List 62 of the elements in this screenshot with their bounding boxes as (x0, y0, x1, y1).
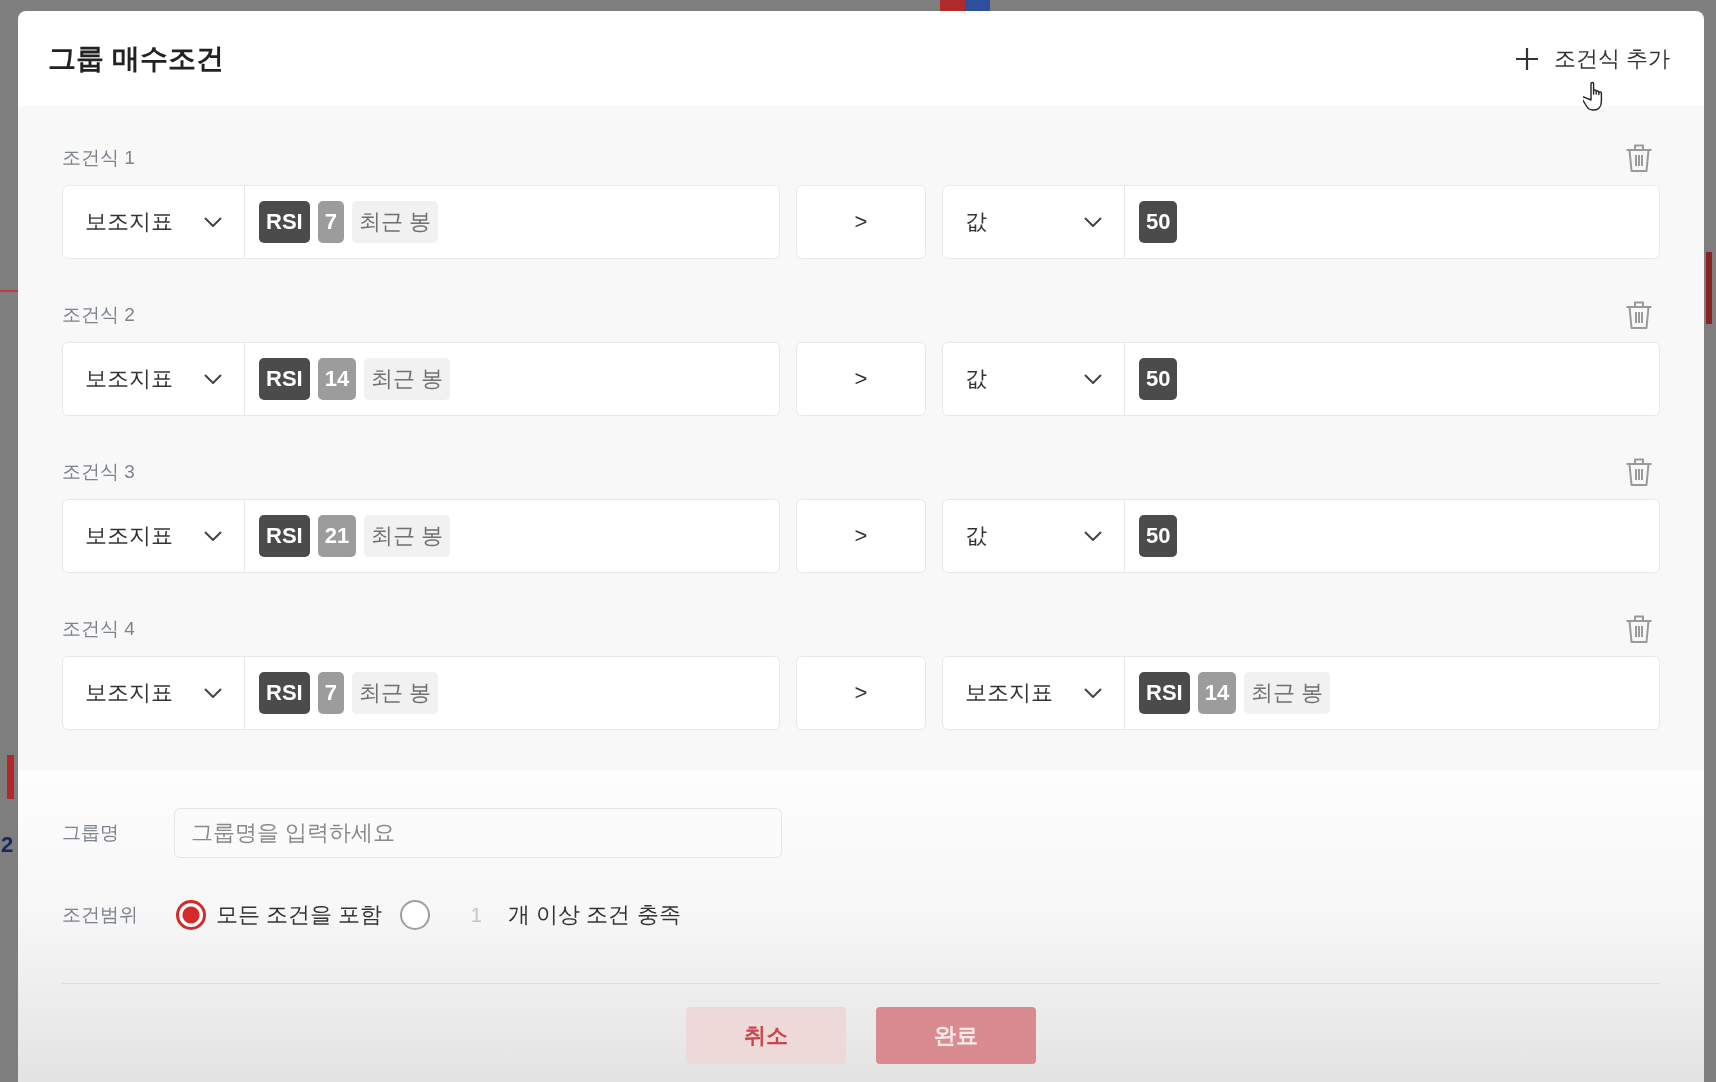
condition-label: 조건식 4 (62, 617, 135, 641)
chevron-down-icon (204, 374, 222, 384)
radio-button[interactable] (176, 900, 206, 930)
type-select[interactable]: 보조지표 (63, 500, 245, 572)
type-select[interactable]: 값 (943, 186, 1125, 258)
period-tag: 최근 봉 (364, 358, 451, 400)
value-tag: 50 (1139, 358, 1178, 400)
indicator-tag: RSI (259, 358, 310, 400)
period-tag: 최근 봉 (351, 201, 439, 243)
cancel-button[interactable]: 취소 (686, 1007, 846, 1064)
value-tag: 50 (1139, 515, 1178, 557)
type-select[interactable]: 보조지표 (63, 343, 245, 415)
candle-mark (7, 755, 14, 799)
parameter-tag: 21 (317, 515, 357, 557)
candle-mark (1706, 252, 1712, 324)
radio-button[interactable] (400, 900, 431, 930)
operator-select[interactable]: > (796, 656, 926, 730)
type-select[interactable]: 보조지표 (63, 657, 245, 729)
candle-mark (940, 0, 990, 11)
type-select[interactable]: 값 (943, 343, 1125, 415)
period-tag: 최근 봉 (351, 672, 439, 714)
parameter-tag: 14 (1197, 672, 1237, 714)
value-tag: 50 (1139, 201, 1178, 243)
indicator-tag: RSI (1139, 672, 1190, 714)
trash-icon[interactable] (1625, 457, 1653, 487)
plus-icon (1515, 47, 1538, 70)
field-label: 그룹명 (62, 821, 120, 845)
group-name-field[interactable]: 그룹명을 입력하세요 (174, 808, 782, 858)
chevron-down-icon (1084, 688, 1102, 698)
operator-select[interactable]: > (796, 499, 926, 573)
parameter-tag: 7 (317, 201, 344, 243)
field-label: 조건범위 (62, 903, 139, 927)
period-tag: 최근 봉 (1244, 672, 1331, 714)
indicator-tag: RSI (259, 201, 310, 243)
trash-icon[interactable] (1625, 300, 1653, 330)
trash-icon[interactable] (1625, 614, 1653, 644)
parameter-tag: 7 (317, 672, 344, 714)
option-label: 모든 조건을 포함 (216, 901, 383, 929)
condition-label: 조건식 1 (62, 146, 135, 170)
operator-select[interactable]: > (796, 342, 926, 416)
type-select[interactable]: 보조지표 (63, 186, 245, 258)
indicator-tag: RSI (259, 672, 310, 714)
add-condition-button[interactable]: 조건식 추가 (1515, 43, 1670, 74)
condition-label: 조건식 3 (62, 460, 135, 484)
option-label: 개 이상 조건 충족 (508, 901, 681, 929)
chevron-down-icon (204, 531, 222, 541)
chevron-down-icon (1084, 531, 1102, 541)
condition-label: 조건식 2 (62, 303, 135, 327)
dialog-title: 그룹 매수조건 (48, 41, 224, 76)
type-select[interactable]: 보조지표 (943, 657, 1125, 729)
chevron-down-icon (1084, 374, 1102, 384)
parameter-tag: 14 (317, 358, 357, 400)
trash-icon[interactable] (1625, 143, 1653, 173)
indicator-tag: RSI (259, 515, 310, 557)
chevron-down-icon (1084, 217, 1102, 227)
chart-line-mark (0, 290, 18, 292)
chevron-down-icon (204, 688, 222, 698)
axis-label: 2 (1, 832, 14, 858)
operator-select[interactable]: > (796, 185, 926, 259)
period-tag: 최근 봉 (364, 515, 451, 557)
chevron-down-icon (204, 217, 222, 227)
type-select[interactable]: 값 (943, 500, 1125, 572)
